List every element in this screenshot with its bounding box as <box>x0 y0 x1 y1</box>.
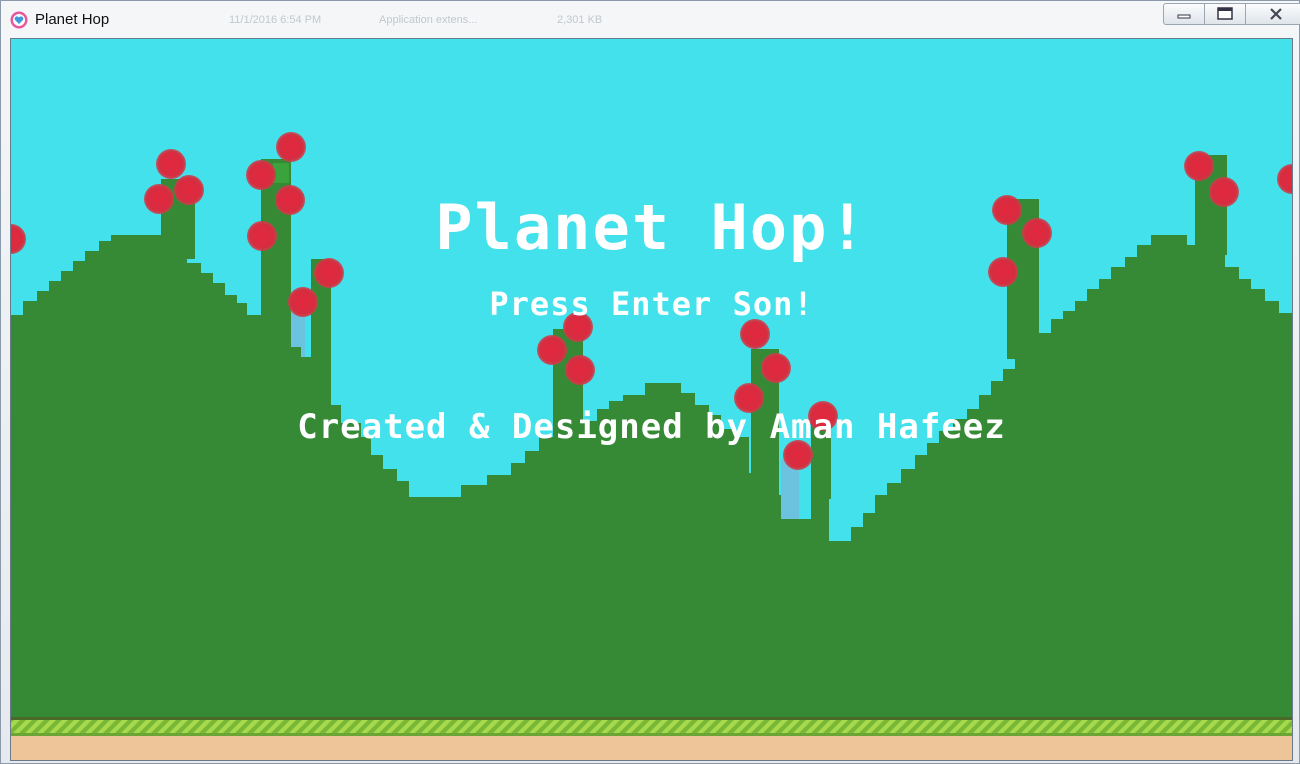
background-date: 11/1/2016 6:54 PM <box>229 14 322 26</box>
app-window: Planet Hop 11/1/2016 6:54 PM Application… <box>0 0 1300 764</box>
heart-app-icon <box>10 11 28 29</box>
fruit <box>761 353 791 383</box>
fruit <box>276 132 306 162</box>
close-button[interactable] <box>1245 3 1300 25</box>
dirt-ground <box>11 736 1292 760</box>
fruit <box>246 160 276 190</box>
game-scene <box>11 39 1292 760</box>
grass-shadow <box>11 733 1292 736</box>
game-canvas[interactable]: Planet Hop! Press Enter Son! Created & D… <box>10 38 1293 761</box>
credits-text: Created & Designed by Aman Hafeez <box>297 407 1006 447</box>
fruit <box>565 355 595 385</box>
grass-strip <box>11 720 1292 735</box>
fruit <box>1184 151 1214 181</box>
start-prompt: Press Enter Son! <box>489 285 814 323</box>
fruit <box>740 319 770 349</box>
close-icon <box>1270 8 1282 20</box>
maximize-icon <box>1217 7 1233 20</box>
window-controls <box>1163 3 1300 25</box>
ground-edge <box>11 717 1292 720</box>
maximize-button[interactable] <box>1204 3 1246 25</box>
game-title: Planet Hop! <box>435 191 868 264</box>
background-size: 2,301 KB <box>557 14 603 26</box>
fruit <box>156 149 186 179</box>
window-title: Planet Hop <box>35 11 110 28</box>
minimize-button[interactable] <box>1163 3 1205 25</box>
title-bar[interactable]: Planet Hop 11/1/2016 6:54 PM Application… <box>1 1 1300 37</box>
background-type: Application extens... <box>379 14 478 26</box>
minimize-icon <box>1177 14 1191 19</box>
fruit <box>537 335 567 365</box>
